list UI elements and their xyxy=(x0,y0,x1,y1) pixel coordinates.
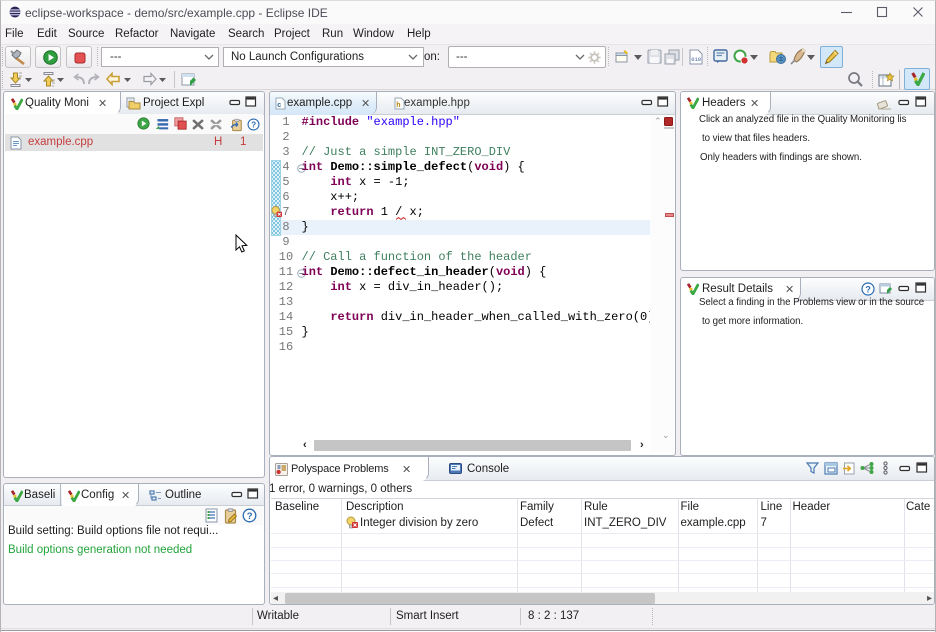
svg-text:?: ? xyxy=(865,284,871,294)
svg-text:?: ? xyxy=(251,121,256,130)
svg-text:c: c xyxy=(277,102,281,109)
svg-text:h: h xyxy=(396,102,400,109)
svg-text:010: 010 xyxy=(691,56,701,63)
svg-text:?: ? xyxy=(247,511,253,522)
